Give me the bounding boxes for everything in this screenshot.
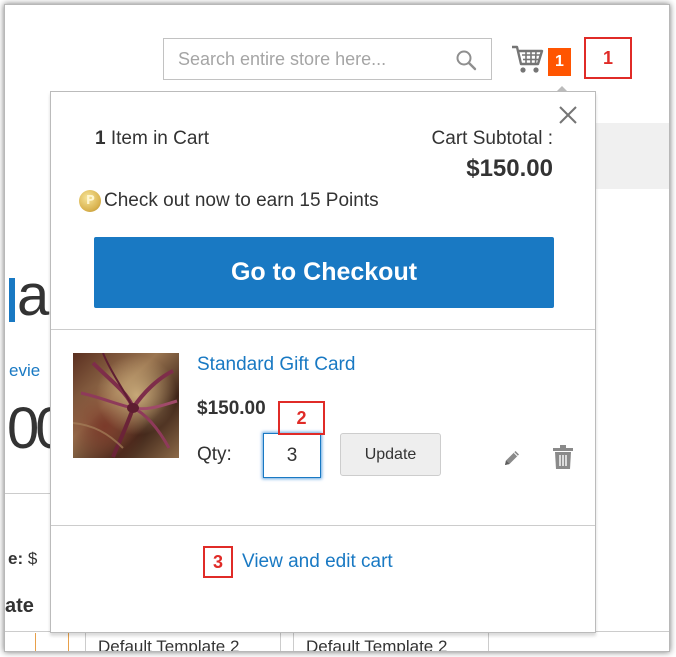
close-icon[interactable] xyxy=(557,104,579,126)
view-and-edit-cart-link[interactable]: View and edit cart xyxy=(242,551,393,573)
search-input[interactable] xyxy=(164,39,458,79)
trash-icon[interactable] xyxy=(552,444,574,470)
reward-points-message: Check out now to earn 15 Points xyxy=(79,190,379,212)
annotation-callout-1: 1 xyxy=(584,37,632,79)
cart-icon[interactable] xyxy=(511,43,545,75)
product-thumbnail[interactable] xyxy=(73,353,179,458)
qty-label: Qty: xyxy=(197,444,232,465)
product-price: $150.00 xyxy=(197,398,266,419)
template-select[interactable]: Default Template 2 xyxy=(293,633,489,651)
product-name-link[interactable]: Standard Gift Card xyxy=(197,354,355,376)
search-icon[interactable] xyxy=(455,49,477,71)
annotation-callout-2: 2 xyxy=(278,401,325,435)
reviews-link-fragment[interactable]: evie xyxy=(9,361,40,381)
subtotal-value: $150.00 xyxy=(466,155,553,182)
divider xyxy=(5,493,51,494)
page-nav-band xyxy=(595,123,669,189)
items-count-label: Item in Cart xyxy=(110,128,210,149)
price-currency: $ xyxy=(27,549,38,568)
template-tab-fragment[interactable]: ate xyxy=(5,595,34,618)
price-label-fragment: e: $ xyxy=(8,549,37,569)
reward-coin-icon xyxy=(79,190,101,212)
price-label: e: xyxy=(8,549,24,568)
product-title-fragment: a xyxy=(9,267,49,325)
cart-count-badge[interactable]: 1 xyxy=(548,48,571,76)
go-to-checkout-button[interactable]: Go to Checkout xyxy=(94,237,554,308)
pencil-icon[interactable] xyxy=(502,448,522,468)
template-select[interactable]: Default Template 2 xyxy=(85,633,281,651)
annotation-callout-3: 3 xyxy=(203,546,233,578)
title-fragment-text: a xyxy=(17,263,50,328)
items-count-number: 1 xyxy=(95,128,106,149)
update-qty-button[interactable]: Update xyxy=(340,433,441,476)
minicart-dropdown: 1 Item in Cart Cart Subtotal : $150.00 C… xyxy=(50,86,596,633)
reward-points-text: Check out now to earn 15 Points xyxy=(104,190,379,211)
qty-input[interactable] xyxy=(263,433,321,478)
title-accent xyxy=(9,277,15,322)
subtotal-label: Cart Subtotal : xyxy=(431,128,553,149)
screenshot-frame: a evie 00 e: $ ate Default Template 2 De… xyxy=(4,4,670,652)
divider xyxy=(51,525,595,526)
template-select[interactable] xyxy=(35,633,69,651)
items-count: 1 Item in Cart xyxy=(95,128,209,150)
search-box xyxy=(163,38,492,80)
gift-ribbon-image xyxy=(73,353,178,458)
divider xyxy=(51,329,595,330)
